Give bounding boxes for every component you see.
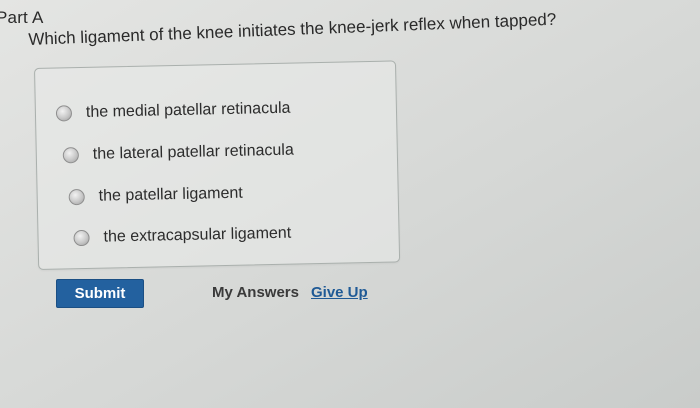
answer-option-lateral-patellar-retinacula[interactable]: the lateral patellar retinacula (62, 141, 294, 165)
radio-button[interactable] (68, 188, 85, 206)
submit-button[interactable]: Submit (56, 279, 144, 308)
give-up-link[interactable]: Give Up (311, 284, 368, 301)
option-label: the medial patellar retinacula (85, 99, 291, 121)
option-label: the patellar ligament (98, 184, 243, 205)
option-label: the extracapsular ligament (103, 224, 292, 246)
option-label: the lateral patellar retinacula (92, 141, 294, 163)
my-answers-link[interactable]: My Answers (212, 284, 299, 301)
question-text: Which ligament of the knee initiates the… (28, 9, 557, 49)
answer-options-box: the medial patellar retinacula the later… (34, 60, 401, 270)
answer-option-extracapsular-ligament[interactable]: the extracapsular ligament (73, 225, 291, 248)
answer-option-patellar-ligament[interactable]: the patellar ligament (68, 184, 243, 207)
radio-button[interactable] (73, 229, 90, 247)
radio-button[interactable] (62, 147, 80, 164)
radio-button[interactable] (55, 105, 73, 122)
answer-option-medial-patellar-retinacula[interactable]: the medial patellar retinacula (55, 99, 291, 123)
part-title: Part A (0, 8, 44, 27)
